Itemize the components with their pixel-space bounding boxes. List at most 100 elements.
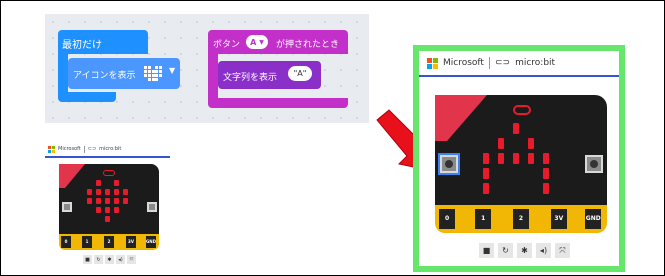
pin-0[interactable]: 0: [60, 236, 72, 248]
on-start-label: 最初だけ: [62, 40, 102, 51]
button-select-value: A: [250, 37, 257, 47]
led-on: [498, 138, 504, 149]
led-on: [87, 189, 92, 195]
led-on: [105, 189, 110, 195]
string-value: "A": [293, 69, 307, 78]
stop-icon: ■: [85, 256, 90, 263]
sound-button[interactable]: ◂): [536, 243, 551, 258]
led-on: [114, 180, 119, 186]
led-on: [483, 153, 489, 164]
restart-icon: ↻: [96, 256, 101, 263]
pin-1[interactable]: 1: [81, 236, 93, 248]
led-matrix: [483, 123, 559, 199]
code-workspace[interactable]: 最初だけ アイコンを表示 ▼ ボタン A ▼ が押されたとき 文字列を表示 "A…: [45, 14, 369, 123]
on-start-block-arm: [58, 54, 68, 92]
fullscreen-icon: ⤧: [559, 245, 566, 255]
led-on: [543, 153, 549, 164]
pin-label: 2: [107, 239, 111, 244]
simulator-header: Microsoft ⊂⊃ micro:bit: [45, 142, 170, 158]
icon-picker[interactable]: ▼: [142, 64, 180, 84]
pin-label: 3V: [128, 239, 134, 244]
led-on: [114, 198, 119, 204]
button-select-dropdown[interactable]: A ▼: [246, 35, 268, 49]
show-string-label: 文字列を表示: [223, 73, 278, 83]
pin-0[interactable]: 0: [439, 209, 455, 229]
pin-gnd[interactable]: GND: [145, 236, 157, 248]
fullscreen-button[interactable]: ⤧: [555, 243, 570, 258]
stop-icon: ■: [482, 246, 491, 255]
button-b-cap: [590, 160, 598, 168]
pin-3v[interactable]: 3V: [551, 209, 567, 229]
button-a[interactable]: [438, 153, 460, 175]
led-on: [96, 180, 101, 186]
led-on: [528, 153, 534, 164]
button-b[interactable]: [585, 155, 603, 173]
led-on: [543, 183, 549, 194]
debug-button[interactable]: ✱: [517, 243, 532, 258]
product-label: micro:bit: [515, 58, 556, 68]
stop-button[interactable]: ■: [479, 243, 494, 258]
led-on: [105, 198, 110, 204]
debug-icon: ✱: [521, 246, 528, 255]
simulator-large-panel: Microsoft ⊂⊃ micro:bit 0 1 2 3V GND ■ ↻ ✱ ◂) ⤧: [419, 51, 619, 266]
led-on: [483, 183, 489, 194]
led-on: [123, 189, 128, 195]
button-a-cap: [445, 160, 453, 168]
button-b[interactable]: [147, 202, 157, 212]
on-start-block-foot: [58, 92, 116, 102]
pin-row: 0 1 2 3V GND: [59, 236, 159, 248]
restart-icon: ↻: [502, 246, 509, 255]
pin-label: 1: [85, 239, 89, 244]
debug-icon: ✱: [107, 256, 112, 263]
show-icon-label: アイコンを表示: [73, 71, 136, 81]
button-event-suffix: が押されたとき: [276, 40, 340, 50]
heart-icon: [144, 66, 162, 81]
stop-button[interactable]: ■: [83, 255, 92, 264]
pin-2[interactable]: 2: [513, 209, 529, 229]
microbit-logo-icon: ⊂⊃: [87, 146, 97, 152]
fullscreen-button[interactable]: ⤧: [127, 255, 136, 264]
pin-3v[interactable]: 3V: [125, 236, 137, 248]
debug-button[interactable]: ✱: [105, 255, 114, 264]
product-label: micro:bit: [99, 146, 122, 152]
restart-button[interactable]: ↻: [94, 255, 103, 264]
led-on: [543, 168, 549, 179]
led-on: [483, 168, 489, 179]
simulator-controls: ■ ↻ ✱ ◂) ⤧: [83, 255, 143, 265]
pin-label: 0: [64, 239, 68, 244]
microbit-board: 0 1 2 3V GND: [59, 164, 159, 250]
restart-button[interactable]: ↻: [498, 243, 513, 258]
pin-gnd[interactable]: GND: [585, 209, 602, 229]
pin-label: 3V: [554, 215, 564, 222]
button-a[interactable]: [62, 202, 72, 212]
sound-button[interactable]: ◂): [116, 255, 125, 264]
microbit-board: 0 1 2 3V GND: [435, 95, 607, 233]
pin-2[interactable]: 2: [103, 236, 115, 248]
microsoft-logo-icon: [427, 57, 438, 69]
led-on: [114, 207, 119, 213]
led-on: [96, 189, 101, 195]
pin-label: 1: [481, 215, 486, 222]
chevron-down-icon: ▼: [259, 38, 264, 46]
brand-label: Microsoft: [58, 146, 81, 152]
led-on: [96, 207, 101, 213]
sound-icon: ◂): [118, 256, 123, 263]
string-input[interactable]: "A": [288, 66, 312, 81]
led-on: [513, 153, 519, 164]
chevron-down-icon: ▼: [169, 66, 176, 75]
led-on: [528, 138, 534, 149]
pin-1[interactable]: 1: [475, 209, 491, 229]
led-on: [105, 216, 110, 222]
simulator-controls: ■ ↻ ✱ ◂) ⤧: [479, 243, 570, 259]
pin-label: 2: [518, 215, 524, 222]
header-divider: [488, 57, 490, 69]
brand-label: Microsoft: [443, 58, 484, 68]
microbit-logo: [103, 170, 115, 176]
led-on: [87, 198, 92, 204]
microbit-logo: [513, 105, 531, 115]
led-on: [96, 198, 101, 204]
led-on: [498, 153, 504, 164]
led-on: [513, 123, 519, 134]
on-button-block-arm: [208, 54, 218, 98]
led-on: [105, 207, 110, 213]
